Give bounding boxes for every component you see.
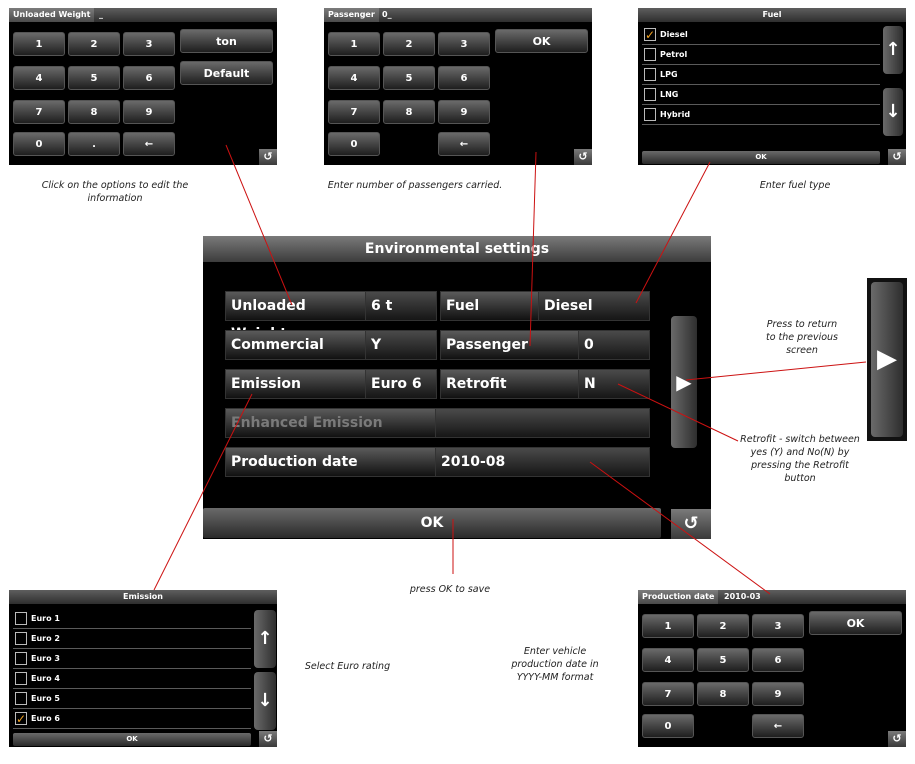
annotation-line-weight	[225, 144, 293, 306]
annotation-line-passenger	[529, 151, 537, 347]
annotation-line-return	[685, 361, 867, 381]
annotation-line-retrofit	[617, 383, 739, 442]
annotation-line-fuel	[635, 161, 711, 304]
annotation-lines	[153, 144, 867, 595]
annotation-line-emission	[153, 393, 253, 591]
annotation-line-date	[589, 461, 771, 595]
